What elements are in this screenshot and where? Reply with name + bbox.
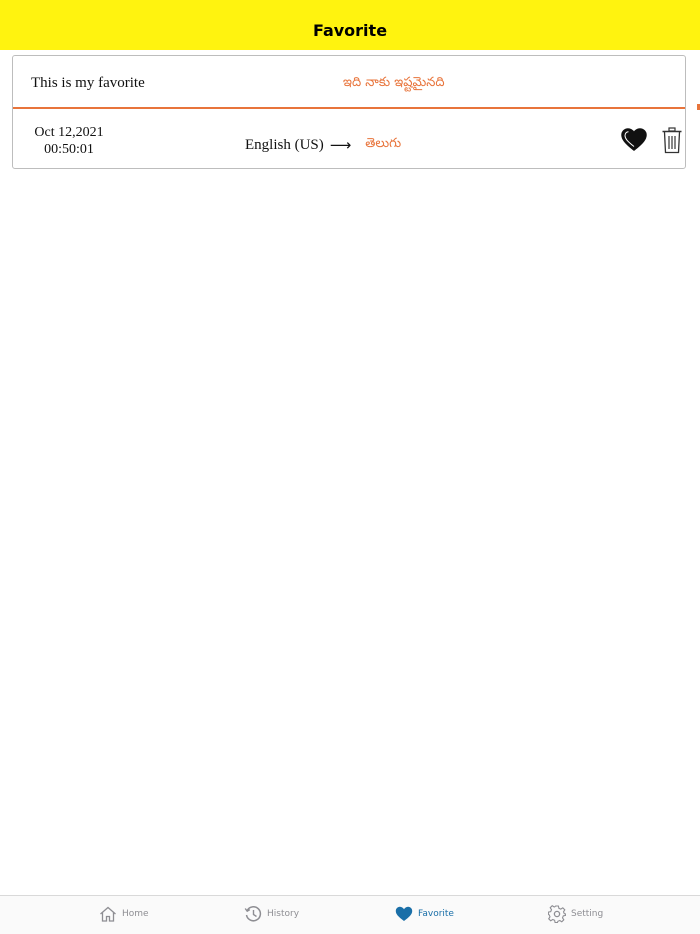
heart-icon	[621, 128, 647, 151]
source-language: English (US)	[245, 136, 324, 153]
tab-bar: Home History Favorite Setting	[0, 895, 700, 934]
tab-history-label: History	[267, 909, 300, 919]
date-label: Oct 12,2021	[34, 125, 104, 140]
arrow-icon: ⟶	[329, 136, 352, 154]
tab-setting-label: Setting	[571, 909, 604, 919]
target-language: తెలుగు	[365, 136, 402, 151]
trash-icon	[662, 127, 682, 154]
tab-setting[interactable]: Setting	[548, 904, 603, 924]
history-icon	[244, 906, 262, 922]
tab-home-label: Home	[122, 909, 149, 919]
time-label: 00:50:01	[44, 142, 94, 157]
favorite-card: This is my favorite ఇది నాకు ఇష్టమైనది O…	[12, 55, 686, 169]
card-text-row: This is my favorite ఇది నాకు ఇష్టమైనది	[13, 56, 685, 109]
favorite-heart-button[interactable]	[621, 128, 647, 152]
gear-icon	[548, 905, 566, 923]
tab-home[interactable]: Home	[99, 904, 149, 924]
language-pair: English (US) ⟶ తెలుగు	[245, 136, 401, 154]
translated-text: ఇది నాకు ఇష్టమైనది	[343, 75, 445, 90]
header-bar: Favorite	[0, 0, 700, 50]
heart-icon	[395, 906, 413, 921]
tab-favorite[interactable]: Favorite	[395, 904, 454, 924]
source-text: This is my favorite	[31, 75, 145, 91]
home-icon	[100, 906, 116, 922]
timestamp: Oct 12,2021 00:50:01	[13, 124, 125, 158]
page-title: Favorite	[312, 20, 388, 40]
tab-favorite-label: Favorite	[418, 909, 454, 919]
tab-history[interactable]: History	[244, 904, 299, 924]
delete-button[interactable]	[661, 127, 683, 154]
